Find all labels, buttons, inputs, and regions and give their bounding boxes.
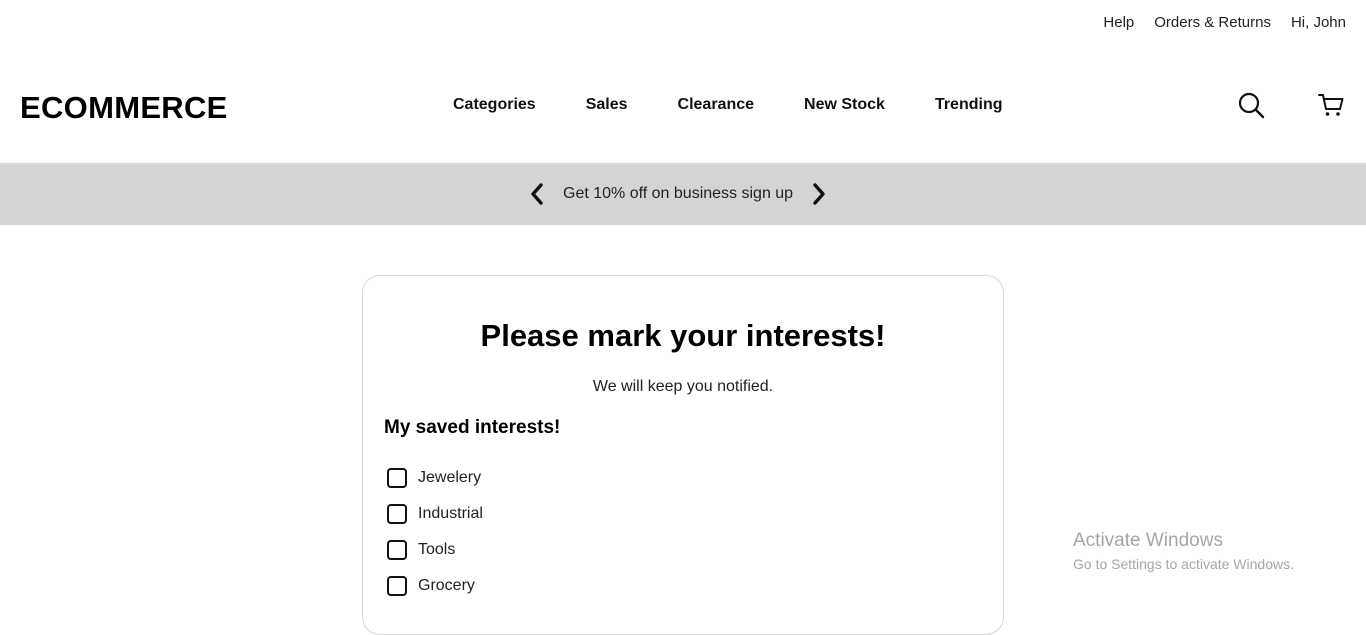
interest-checkbox[interactable] <box>387 540 407 560</box>
interest-item-jewelery[interactable]: Jewelery <box>387 460 483 496</box>
interests-card: Please mark your interests! We will keep… <box>362 275 1004 635</box>
card-title: Please mark your interests! <box>480 318 886 353</box>
nav-item-sales[interactable]: Sales <box>586 96 628 114</box>
chevron-left-icon[interactable] <box>527 182 547 206</box>
nav-item-clearance[interactable]: Clearance <box>678 96 755 114</box>
interest-label: Grocery <box>418 577 475 594</box>
interest-item-grocery[interactable]: Grocery <box>387 568 483 604</box>
nav-item-new-stock[interactable]: New Stock <box>804 96 885 114</box>
watermark-title: Activate Windows <box>1073 530 1223 551</box>
interest-item-tools[interactable]: Tools <box>387 532 483 568</box>
main-nav: Categories Sales Clearance New Stock Tre… <box>453 96 1003 114</box>
site-logo[interactable]: ECOMMERCE <box>20 90 228 126</box>
interest-label: Industrial <box>418 505 483 522</box>
interest-list: Jewelery Industrial Tools Grocery <box>387 460 483 604</box>
interest-label: Jewelery <box>418 469 482 486</box>
top-links: Help Orders & Returns Hi, John <box>1103 14 1346 31</box>
promo-carousel: Get 10% off on business sign up <box>527 182 829 206</box>
search-icon[interactable] <box>1236 90 1266 120</box>
watermark-subtitle: Go to Settings to activate Windows. <box>1073 556 1294 572</box>
card-subtitle: We will keep you notified. <box>592 378 774 395</box>
promo-text: Get 10% off on business sign up <box>563 185 794 202</box>
windows-activation-watermark: Activate Windows Go to Settings to activ… <box>1073 530 1294 572</box>
help-link[interactable]: Help <box>1103 14 1134 31</box>
interest-checkbox[interactable] <box>387 576 407 596</box>
orders-returns-link[interactable]: Orders & Returns <box>1154 14 1271 31</box>
interest-item-industrial[interactable]: Industrial <box>387 496 483 532</box>
interest-label: Tools <box>418 541 456 558</box>
nav-item-categories[interactable]: Categories <box>453 96 536 114</box>
saved-interests-heading: My saved interests! <box>384 417 561 438</box>
account-greeting-link[interactable]: Hi, John <box>1291 14 1346 31</box>
interest-checkbox[interactable] <box>387 504 407 524</box>
top-utility-bar: Help Orders & Returns Hi, John <box>0 0 1366 48</box>
chevron-right-icon[interactable] <box>809 182 829 206</box>
main-header: ECOMMERCE Categories Sales Clearance New… <box>0 48 1366 163</box>
promo-banner: Get 10% off on business sign up <box>0 163 1366 225</box>
interest-checkbox[interactable] <box>387 468 407 488</box>
nav-item-trending[interactable]: Trending <box>935 96 1003 114</box>
cart-icon[interactable] <box>1316 90 1346 120</box>
